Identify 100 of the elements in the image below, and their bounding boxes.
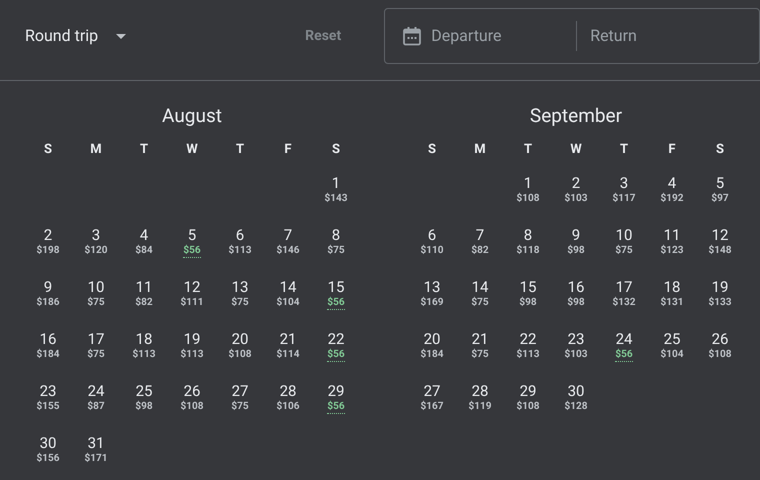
weekday-label: M <box>89 142 103 158</box>
day-number: 18 <box>136 330 152 348</box>
day-cell[interactable]: 1 $143 <box>312 172 360 224</box>
day-cell[interactable]: 3 $120 <box>72 224 120 276</box>
day-price: $75 <box>471 296 489 309</box>
day-price: $98 <box>567 296 585 309</box>
day-cell[interactable]: 18 $131 <box>648 276 696 328</box>
day-cell[interactable]: 2 $103 <box>552 172 600 224</box>
day-cell[interactable]: 30 $128 <box>552 380 600 432</box>
day-cell[interactable]: 2 $198 <box>24 224 72 276</box>
day-cell[interactable]: 4 $84 <box>120 224 168 276</box>
day-number: 25 <box>664 330 680 348</box>
day-price: $186 <box>36 296 60 309</box>
day-cell[interactable]: 25 $104 <box>648 328 696 380</box>
day-cell[interactable]: 13 $75 <box>216 276 264 328</box>
day-price: $108 <box>180 400 204 413</box>
day-cell[interactable]: 14 $104 <box>264 276 312 328</box>
day-cell[interactable]: 24 $56 <box>600 328 648 380</box>
day-price: $56 <box>327 400 345 414</box>
day-cell[interactable]: 17 $132 <box>600 276 648 328</box>
day-price: $56 <box>183 244 201 258</box>
day-cell[interactable]: 6 $110 <box>408 224 456 276</box>
day-cell[interactable]: 8 $118 <box>504 224 552 276</box>
day-cell[interactable]: 16 $98 <box>552 276 600 328</box>
day-cell[interactable]: 28 $119 <box>456 380 504 432</box>
day-cell[interactable]: 7 $82 <box>456 224 504 276</box>
day-cell[interactable]: 21 $114 <box>264 328 312 380</box>
day-number: 5 <box>716 174 724 192</box>
day-price: $84 <box>135 244 153 257</box>
day-price: $87 <box>87 400 105 413</box>
day-number: 15 <box>520 278 536 296</box>
day-number: 29 <box>520 382 536 400</box>
day-price: $82 <box>135 296 153 309</box>
day-cell[interactable]: 15 $56 <box>312 276 360 328</box>
day-cell[interactable]: 25 $98 <box>120 380 168 432</box>
day-cell[interactable]: 13 $169 <box>408 276 456 328</box>
day-price: $98 <box>567 244 585 257</box>
day-price: $103 <box>564 348 588 361</box>
day-cell[interactable]: 26 $108 <box>696 328 744 380</box>
day-cell[interactable]: 11 $82 <box>120 276 168 328</box>
day-cell[interactable]: 5 $56 <box>168 224 216 276</box>
day-number: 8 <box>332 226 340 244</box>
day-price: $108 <box>228 348 252 361</box>
day-cell[interactable]: 6 $113 <box>216 224 264 276</box>
day-number: 7 <box>284 226 292 244</box>
day-cell[interactable]: 29 $56 <box>312 380 360 432</box>
day-number: 25 <box>136 382 152 400</box>
departure-field[interactable]: Departure <box>431 24 576 48</box>
day-cell[interactable]: 15 $98 <box>504 276 552 328</box>
day-cell[interactable]: 21 $75 <box>456 328 504 380</box>
day-cell[interactable]: 12 $148 <box>696 224 744 276</box>
day-cell[interactable]: 20 $108 <box>216 328 264 380</box>
day-cell[interactable]: 29 $108 <box>504 380 552 432</box>
day-cell[interactable]: 10 $75 <box>72 276 120 328</box>
day-number: 19 <box>184 330 200 348</box>
date-range-field[interactable]: Departure Return <box>384 8 760 64</box>
day-cell[interactable]: 24 $87 <box>72 380 120 432</box>
day-number: 29 <box>328 382 344 400</box>
day-cell[interactable]: 12 $111 <box>168 276 216 328</box>
day-price: $82 <box>471 244 489 257</box>
trip-type-dropdown[interactable]: Round trip <box>25 24 126 48</box>
day-cell[interactable]: 16 $184 <box>24 328 72 380</box>
day-number: 27 <box>424 382 440 400</box>
day-cell[interactable]: 31 $171 <box>72 432 120 480</box>
day-cell[interactable]: 9 $186 <box>24 276 72 328</box>
day-cell[interactable]: 18 $113 <box>120 328 168 380</box>
day-cell[interactable]: 10 $75 <box>600 224 648 276</box>
day-cell[interactable]: 28 $106 <box>264 380 312 432</box>
day-cell[interactable]: 9 $98 <box>552 224 600 276</box>
return-field[interactable]: Return <box>590 24 740 48</box>
weekday-label: M <box>473 142 487 158</box>
day-cell[interactable]: 1 $108 <box>504 172 552 224</box>
day-cell[interactable]: 23 $155 <box>24 380 72 432</box>
day-number: 12 <box>712 226 728 244</box>
day-cell[interactable]: 27 $167 <box>408 380 456 432</box>
day-cell[interactable]: 8 $75 <box>312 224 360 276</box>
day-cell[interactable]: 27 $75 <box>216 380 264 432</box>
day-cell[interactable]: 17 $75 <box>72 328 120 380</box>
day-cell[interactable]: 14 $75 <box>456 276 504 328</box>
day-cell[interactable]: 22 $56 <box>312 328 360 380</box>
day-cell[interactable]: 20 $184 <box>408 328 456 380</box>
day-cell[interactable]: 4 $192 <box>648 172 696 224</box>
day-price: $131 <box>660 296 684 309</box>
weekday-label: S <box>330 142 341 158</box>
day-number: 22 <box>520 330 536 348</box>
day-number: 2 <box>44 226 52 244</box>
day-cell[interactable]: 22 $113 <box>504 328 552 380</box>
day-cell[interactable]: 26 $108 <box>168 380 216 432</box>
day-cell[interactable]: 19 $133 <box>696 276 744 328</box>
day-number: 20 <box>424 330 440 348</box>
day-price: $155 <box>36 400 60 413</box>
day-cell[interactable]: 19 $113 <box>168 328 216 380</box>
day-cell[interactable]: 7 $146 <box>264 224 312 276</box>
day-cell[interactable]: 11 $123 <box>648 224 696 276</box>
weekday-label: T <box>618 142 630 158</box>
day-cell[interactable]: 3 $117 <box>600 172 648 224</box>
day-number: 7 <box>476 226 484 244</box>
day-cell[interactable]: 30 $156 <box>24 432 72 480</box>
day-cell[interactable]: 5 $97 <box>696 172 744 224</box>
day-cell[interactable]: 23 $103 <box>552 328 600 380</box>
